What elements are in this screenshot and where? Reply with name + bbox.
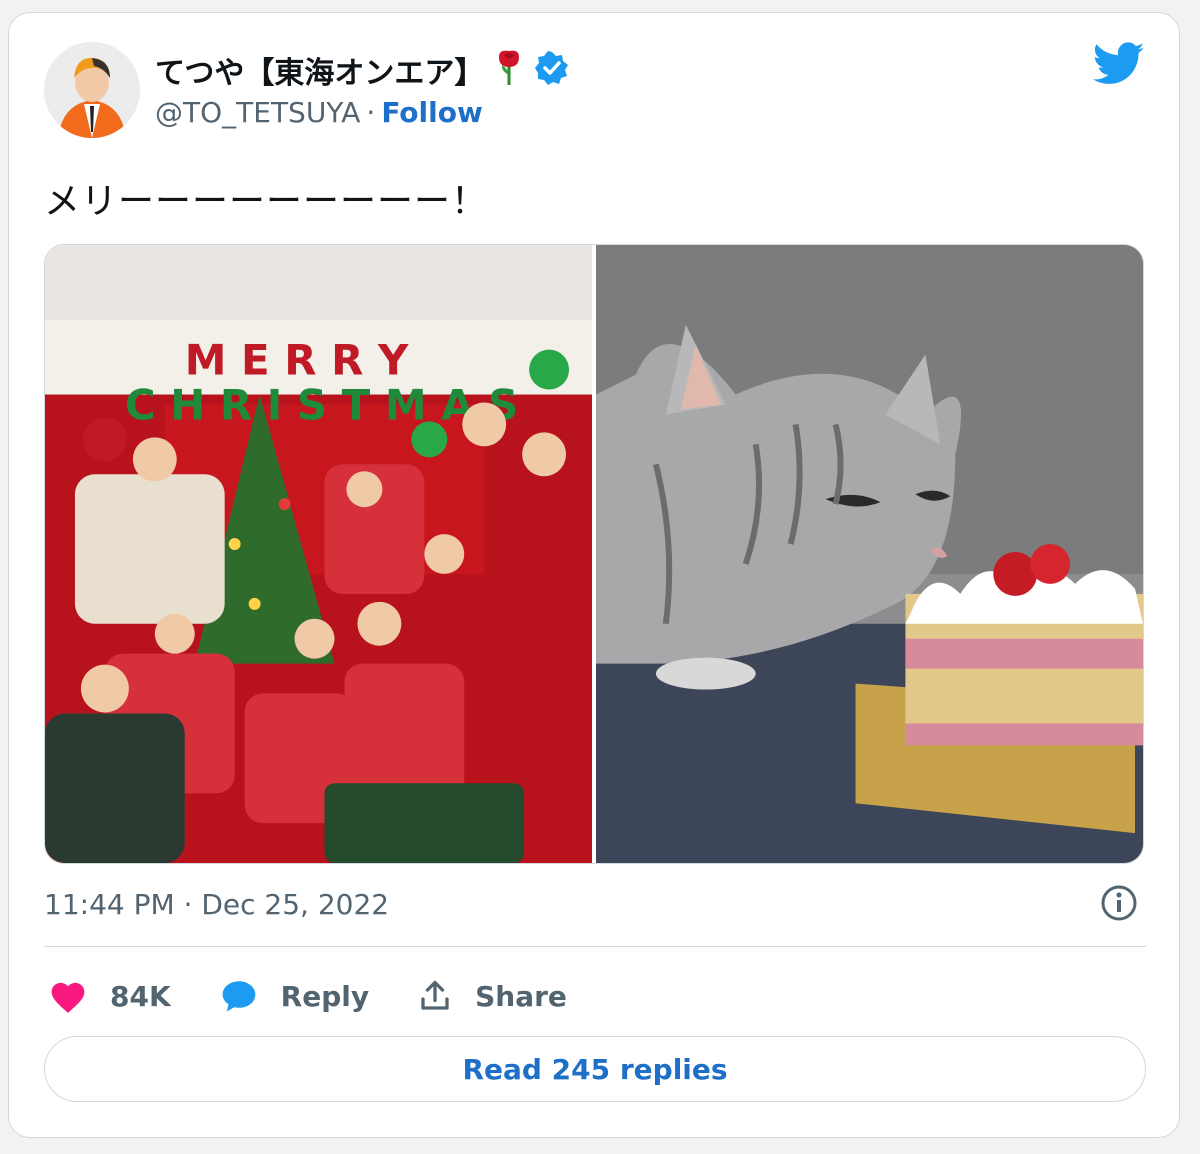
tweet-text: メリーーーーーーーーー！ bbox=[44, 181, 489, 222]
twitter-bird-icon[interactable] bbox=[1092, 42, 1145, 86]
follow-button[interactable]: Follow bbox=[381, 96, 483, 129]
action-bar: 84K Reply Share bbox=[48, 970, 615, 1022]
separator: · bbox=[366, 96, 376, 129]
like-button[interactable]: 84K bbox=[48, 978, 171, 1014]
avatar[interactable] bbox=[44, 42, 140, 138]
info-icon[interactable] bbox=[1100, 884, 1138, 922]
tweet-timestamp[interactable]: 11:44 PM · Dec 25, 2022 bbox=[44, 888, 389, 921]
heart-icon bbox=[48, 978, 88, 1014]
party-group-photo[interactable]: M E R R Y C H R I S T M A S bbox=[45, 245, 592, 863]
user-handle[interactable]: @TO_TETSUYA bbox=[155, 96, 360, 129]
rose-icon bbox=[496, 49, 522, 92]
cat-cake-photo[interactable] bbox=[596, 245, 1143, 863]
reply-label: Reply bbox=[280, 979, 370, 1013]
display-name[interactable]: てつや【東海オンエア】 bbox=[155, 48, 484, 92]
read-replies-label: Read 245 replies bbox=[462, 1052, 728, 1086]
share-button[interactable]: Share bbox=[417, 978, 567, 1014]
like-count: 84K bbox=[110, 979, 171, 1013]
tweet-media[interactable]: M E R R Y C H R I S T M A S bbox=[44, 244, 1144, 864]
handle-row: @TO_TETSUYA · Follow bbox=[155, 96, 483, 129]
verified-badge-icon bbox=[534, 50, 570, 90]
read-replies-button[interactable]: Read 245 replies bbox=[44, 1036, 1146, 1102]
reply-button[interactable]: Reply bbox=[219, 978, 369, 1014]
share-label: Share bbox=[475, 979, 567, 1013]
author-name-row[interactable]: てつや【東海オンエア】 bbox=[155, 48, 570, 92]
share-upload-icon bbox=[417, 978, 453, 1014]
balloon-letters-christmas: C H R I S T M A S bbox=[125, 380, 518, 429]
balloon-letters-merry: M E R R Y bbox=[185, 336, 409, 385]
reply-bubble-icon bbox=[219, 978, 259, 1014]
divider bbox=[44, 946, 1146, 947]
